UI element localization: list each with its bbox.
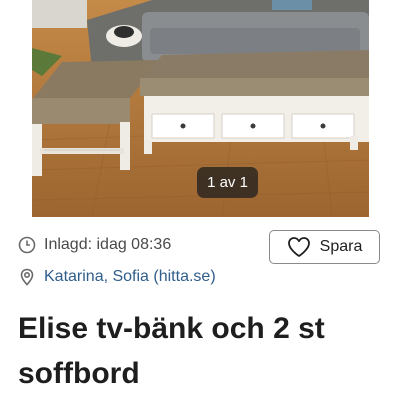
location-link[interactable]: Katarina, Sofia (hitta.se) xyxy=(44,268,216,286)
location-pin-icon xyxy=(18,268,36,286)
clock-icon xyxy=(18,236,36,254)
listing-photo[interactable]: 1 av 1 xyxy=(32,0,369,217)
save-button[interactable]: Spara xyxy=(269,230,380,264)
listing-title: Elise tv-bänk och 2 st soffbord xyxy=(18,312,325,390)
posted-row: Inlagd: idag 08:36 xyxy=(18,236,171,254)
posted-text: Inlagd: idag 08:36 xyxy=(44,236,172,253)
image-counter: 1 av 1 xyxy=(197,167,258,198)
heart-outline-icon xyxy=(287,236,311,258)
save-button-label: Spara xyxy=(319,238,363,255)
location-row[interactable]: Katarina, Sofia (hitta.se) xyxy=(18,268,216,286)
